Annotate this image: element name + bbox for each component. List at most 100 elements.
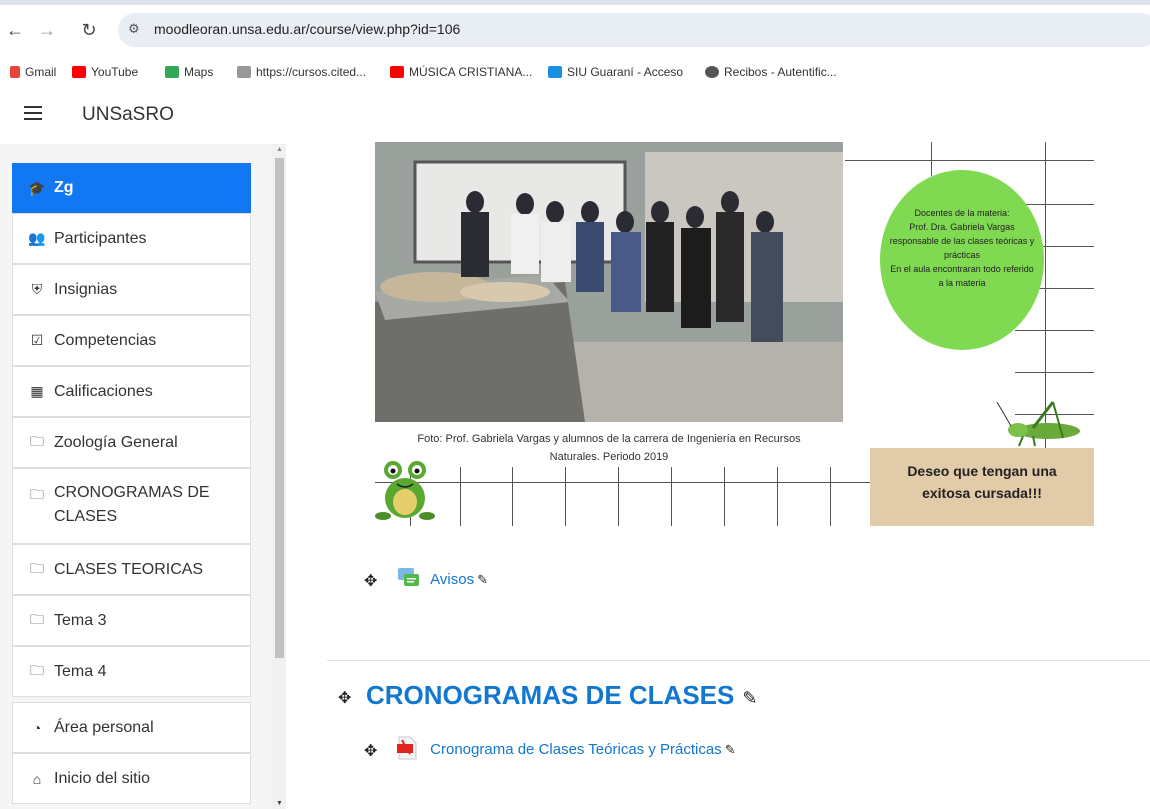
- bookmark-cited[interactable]: https://cursos.cited...: [237, 65, 366, 79]
- folder-icon: 🗀: [30, 559, 44, 576]
- drawer-item-label: Inicio del sitio: [54, 769, 151, 787]
- drawer-item-label: Participantes: [54, 229, 147, 247]
- bookmark-musica[interactable]: MÚSICA CRISTIANA...: [390, 65, 532, 79]
- wish-line: exitosa cursada!!!: [922, 485, 1042, 501]
- folder-icon: 🗀: [30, 432, 44, 449]
- drawer-scroll-thumb[interactable]: [275, 158, 284, 658]
- gmail-icon: [10, 66, 20, 78]
- browser-toolbar: ← → ↻ ⚙ moodleoran.unsa.edu.ar/course/vi…: [0, 0, 1150, 58]
- teachers-line: prácticas: [943, 250, 980, 260]
- home-icon: ⌂: [32, 770, 42, 787]
- drawer-item-competencias[interactable]: ☑ Competencias: [12, 315, 251, 366]
- folder-icon: 🗀: [30, 661, 44, 678]
- bookmark-gmail[interactable]: Gmail: [10, 65, 56, 79]
- table-icon: ▦: [30, 383, 44, 399]
- back-icon[interactable]: ←: [4, 20, 26, 41]
- drawer-item-tema-4[interactable]: 🗀 Tema 4: [12, 646, 251, 697]
- caption-line: Naturales. Periodo 2019: [549, 451, 669, 463]
- move-icon[interactable]: ✥: [364, 741, 377, 761]
- drawer-item-label: Tema 3: [54, 611, 107, 629]
- drawer-item-area-personal[interactable]: ◔ Área personal: [12, 702, 251, 753]
- site-brand[interactable]: UNSaSRO: [82, 104, 174, 126]
- dashboard-icon: ◔: [32, 719, 42, 736]
- drawer-item-calificaciones[interactable]: ▦ Calificaciones: [12, 366, 251, 417]
- forum-icon: [398, 568, 419, 586]
- tab-strip: [0, 0, 1150, 5]
- drawer-item-tema-3[interactable]: 🗀 Tema 3: [12, 595, 251, 646]
- drawer-item-zoologia[interactable]: 🗀 Zoología General: [12, 417, 251, 468]
- wish-line: Deseo que tengan una: [907, 463, 1057, 479]
- bookmark-maps[interactable]: Maps: [165, 65, 213, 79]
- drawer-item-label: CRONOGRAMAS DE CLASES: [54, 484, 210, 525]
- drawer-item-insignias[interactable]: ⛨ Insignias: [12, 264, 251, 315]
- teachers-line: Prof. Dra. Gabriela Vargas: [909, 222, 1015, 232]
- page-icon: [237, 66, 251, 78]
- activity-avisos[interactable]: Avisos ✎: [396, 566, 488, 590]
- drawer-item-course[interactable]: 🎓 Zg: [12, 163, 251, 213]
- site-info-icon[interactable]: ⚙: [128, 21, 140, 37]
- wish-box: Deseo que tengan una exitosa cursada!!!: [870, 448, 1094, 526]
- forward-icon[interactable]: →: [36, 20, 58, 41]
- activity-link[interactable]: Cronograma de Clases Teóricas y Práctica…: [430, 741, 722, 758]
- frog-illustration: [375, 461, 435, 520]
- drawer-item-inicio-sitio[interactable]: ⌂ Inicio del sitio: [12, 753, 251, 804]
- section-title[interactable]: CRONOGRAMAS DE CLASES ✎: [366, 680, 757, 711]
- graduation-cap-icon: 🎓: [28, 179, 46, 196]
- bookmark-label: Gmail: [25, 65, 57, 79]
- bookmark-label: MÚSICA CRISTIANA...: [409, 65, 533, 79]
- bookmarks-bar: Gmail YouTube Maps https://cursos.cited.…: [0, 58, 1150, 88]
- section-title-text: CRONOGRAMAS DE CLASES: [366, 680, 735, 710]
- drawer-item-label: Zoología General: [54, 433, 178, 451]
- scroll-down-icon[interactable]: ▼: [276, 800, 283, 807]
- folder-icon: 🗀: [30, 486, 44, 502]
- caption-line: Foto: Prof. Gabriela Vargas y alumnos de…: [417, 433, 801, 445]
- drawer-item-clases-teoricas[interactable]: 🗀 CLASES TEORICAS: [12, 544, 251, 595]
- drawer-item-label: Insignias: [54, 280, 118, 298]
- teachers-line: En el aula encontraran todo referido: [890, 264, 1034, 274]
- url-text: moodleoran.unsa.edu.ar/course/view.php?i…: [154, 21, 461, 37]
- edit-pencil-icon[interactable]: ✎: [725, 742, 736, 757]
- course-content: Foto: Prof. Gabriela Vargas y alumnos de…: [286, 142, 1150, 809]
- bookmark-label: Recibos - Autentific...: [724, 65, 837, 79]
- drawer-item-label: CLASES TEORICAS: [54, 560, 204, 578]
- bookmark-label: SIU Guaraní - Acceso: [567, 65, 684, 79]
- hamburger-icon[interactable]: [24, 106, 42, 124]
- bookmark-youtube[interactable]: YouTube: [72, 65, 138, 79]
- scroll-up-icon[interactable]: ▲: [276, 146, 283, 153]
- teachers-line: a la materia: [938, 278, 986, 288]
- folder-icon: 🗀: [30, 610, 44, 627]
- site-navbar: UNSaSRO: [0, 88, 1150, 144]
- grasshopper-illustration: [996, 401, 1080, 447]
- edit-pencil-icon[interactable]: ✎: [742, 688, 757, 708]
- drawer-item-label: Competencias: [54, 331, 157, 349]
- teachers-line: responsable de las clases teóricas y: [889, 236, 1035, 246]
- activity-link[interactable]: Avisos: [430, 571, 474, 588]
- siu-icon: [548, 66, 562, 78]
- users-icon: 👥: [28, 230, 46, 246]
- drawer-item-label: Calificaciones: [54, 382, 153, 400]
- bookmark-recibos[interactable]: Recibos - Autentific...: [705, 65, 837, 79]
- youtube-icon: [72, 66, 86, 78]
- teachers-line: Docentes de la materia:: [914, 208, 1010, 218]
- drawer-item-participantes[interactable]: 👥 Participantes: [12, 213, 251, 264]
- bookmark-label: https://cursos.cited...: [256, 65, 367, 79]
- reload-icon[interactable]: ↻: [78, 20, 100, 41]
- edit-pencil-icon[interactable]: ✎: [477, 572, 488, 587]
- move-icon[interactable]: ✥: [338, 688, 351, 708]
- section-divider: [327, 660, 1150, 661]
- class-photo: [375, 142, 843, 422]
- drawer-item-label: Tema 4: [54, 662, 107, 680]
- bookmark-label: Maps: [184, 65, 214, 79]
- course-banner: Foto: Prof. Gabriela Vargas y alumnos de…: [375, 142, 1094, 526]
- drawer-item-label: Área personal: [54, 718, 154, 736]
- bookmark-label: YouTube: [91, 65, 139, 79]
- drawer-item-cronogramas[interactable]: 🗀 CRONOGRAMAS DE CLASES: [12, 468, 251, 544]
- bookmark-siu[interactable]: SIU Guaraní - Acceso: [548, 65, 683, 79]
- activity-cronograma[interactable]: Cronograma de Clases Teóricas y Práctica…: [396, 736, 736, 760]
- youtube-icon: [390, 66, 404, 78]
- pdf-icon: [397, 736, 417, 760]
- maps-icon: [165, 66, 179, 78]
- address-bar[interactable]: ⚙ moodleoran.unsa.edu.ar/course/view.php…: [118, 13, 1150, 47]
- move-icon[interactable]: ✥: [364, 571, 377, 591]
- shield-icon: ⛨: [31, 281, 43, 297]
